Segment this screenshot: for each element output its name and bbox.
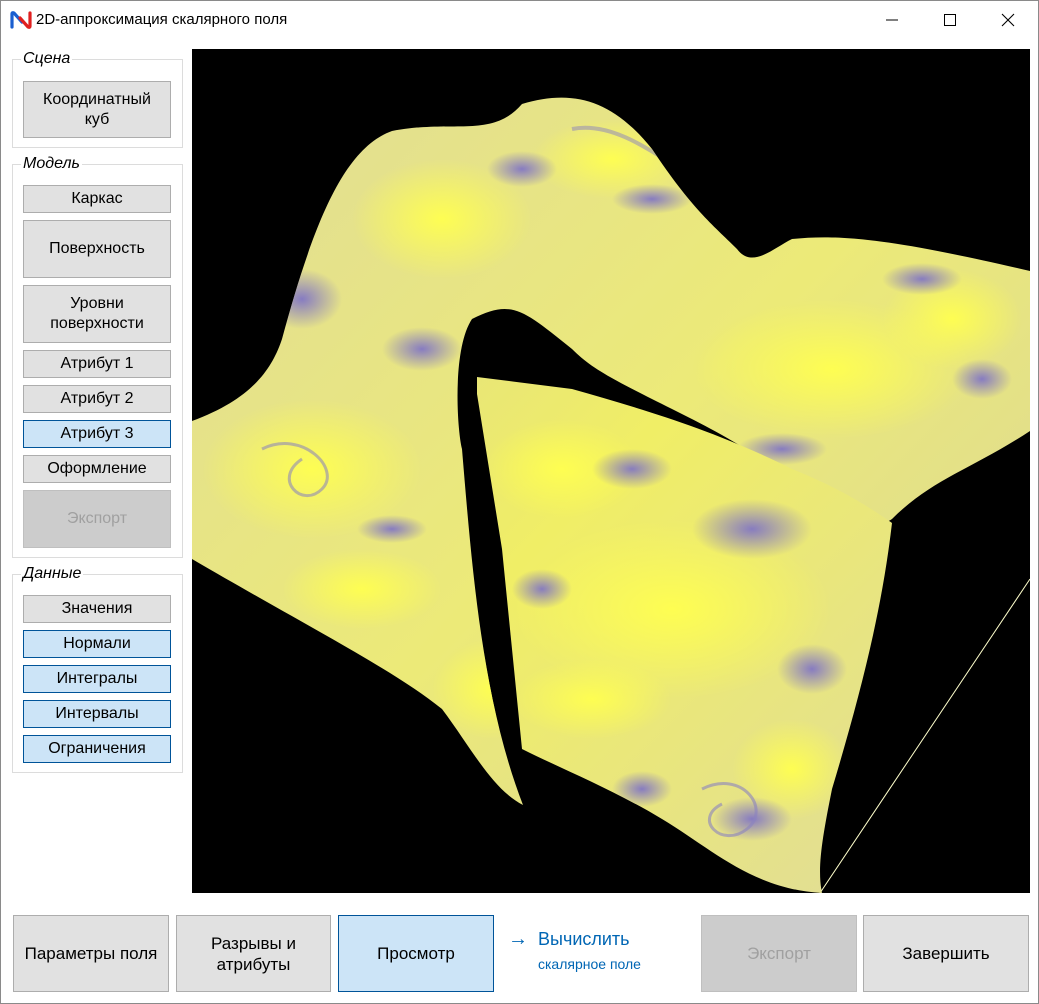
attribute-1-button[interactable]: Атрибут 1 [23, 350, 171, 378]
window-title: 2D-аппроксимация скалярного поля [36, 11, 288, 28]
model-group: Модель Каркас Поверхность Уровни поверхн… [12, 155, 183, 558]
integrals-button[interactable]: Интегралы [23, 665, 171, 693]
preview-button[interactable]: Просмотр [338, 915, 494, 992]
breaks-and-attributes-button[interactable]: Разрывы и атрибуты [176, 915, 331, 992]
minimize-icon [886, 19, 898, 21]
surface-render [192, 97, 1030, 893]
export-button[interactable]: Экспорт [701, 915, 857, 992]
attribute-2-button[interactable]: Атрибут 2 [23, 385, 171, 413]
3d-viewport[interactable] [192, 49, 1030, 893]
model-export-button[interactable]: Экспорт [23, 490, 171, 548]
close-icon [1001, 13, 1015, 27]
maximize-icon [944, 14, 956, 26]
scene-group: Сцена Координатный куб [12, 50, 183, 148]
model-group-label: Модель [21, 155, 82, 173]
finish-button[interactable]: Завершить [863, 915, 1029, 992]
appearance-button[interactable]: Оформление [23, 455, 171, 483]
compute-subtitle: скалярное поле [538, 956, 641, 972]
scene-group-label: Сцена [21, 50, 73, 68]
title-bar[interactable]: 2D-аппроксимация скалярного поля [1, 1, 1038, 39]
attribute-3-button[interactable]: Атрибут 3 [23, 420, 171, 448]
close-button[interactable] [979, 1, 1037, 39]
minimize-button[interactable] [863, 1, 921, 39]
compute-title: Вычислить [538, 929, 630, 949]
app-window: 2D-аппроксимация скалярного поля Сцена К… [0, 0, 1039, 1004]
data-group: Данные Значения Нормали Интегралы Интерв… [12, 565, 183, 773]
intervals-button[interactable]: Интервалы [23, 700, 171, 728]
normals-button[interactable]: Нормали [23, 630, 171, 658]
arrow-right-icon: → [508, 928, 528, 950]
data-group-label: Данные [21, 565, 84, 583]
maximize-button[interactable] [921, 1, 979, 39]
app-logo-icon [10, 11, 32, 29]
wireframe-button[interactable]: Каркас [23, 185, 171, 213]
surface-button[interactable]: Поверхность [23, 220, 171, 278]
field-parameters-button[interactable]: Параметры поля [13, 915, 169, 992]
constraints-button[interactable]: Ограничения [23, 735, 171, 763]
surface-levels-button[interactable]: Уровни поверхности [23, 285, 171, 343]
coordinate-cube-button[interactable]: Координатный куб [23, 81, 171, 138]
values-button[interactable]: Значения [23, 595, 171, 623]
